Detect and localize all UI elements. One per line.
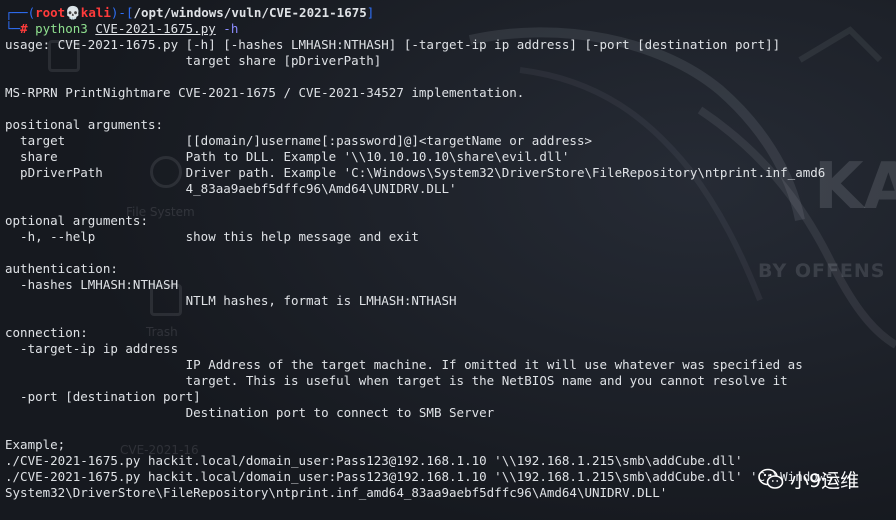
- skull-icon: 💀: [65, 5, 81, 20]
- output-line: Destination port to connect to SMB Serve…: [5, 405, 495, 420]
- prompt-cwd: /opt/windows/vuln/CVE-2021-1675: [133, 5, 367, 20]
- watermark: 小9运维: [758, 466, 859, 492]
- output-line: optional arguments:: [5, 213, 148, 228]
- output-line: share Path to DLL. Example '\\10.10.10.1…: [5, 149, 570, 164]
- output-line: target [[domain/]username[:password]@]<t…: [5, 133, 592, 148]
- wechat-icon: [758, 468, 784, 489]
- prompt-corner-top: ┌──(: [5, 5, 36, 20]
- output-line: authentication:: [5, 261, 118, 276]
- output-line: pDriverPath Driver path. Example 'C:\Win…: [5, 165, 826, 180]
- output-line: usage: CVE-2021-1675.py [-h] [-hashes LM…: [5, 37, 781, 52]
- watermark-text: 小9运维: [790, 469, 860, 492]
- output-line: Example;: [5, 437, 66, 452]
- output-line: -port [destination port]: [5, 389, 201, 404]
- prompt-host: kali: [80, 5, 111, 20]
- prompt-user: root: [35, 5, 66, 20]
- command-script: CVE-2021-1675.py: [95, 21, 216, 36]
- output-line: target. This is useful when target is th…: [5, 373, 788, 388]
- prompt-bracket: )-[: [110, 5, 134, 20]
- command-name: python3: [35, 21, 88, 36]
- output-line: target share [pDriverPath]: [5, 53, 382, 68]
- output-line: 4_83aa9aebf5dffc96\Amd64\UNIDRV.DLL': [5, 181, 457, 196]
- prompt-symbol: #: [20, 21, 28, 36]
- output-line: MS-RPRN PrintNightmare CVE-2021-1675 / C…: [5, 85, 525, 100]
- output-line: -h, --help show this help message and ex…: [5, 229, 419, 244]
- prompt-line-2: └─# python3 CVE-2021-1675.py -h: [5, 21, 895, 37]
- help-output: usage: CVE-2021-1675.py [-h] [-hashes LM…: [5, 37, 895, 501]
- output-line: IP Address of the target machine. If omi…: [5, 357, 803, 372]
- prompt-line-1: ┌──(root💀kali)-[/opt/windows/vuln/CVE-20…: [5, 5, 895, 21]
- output-line: -hashes LMHASH:NTHASH: [5, 277, 179, 292]
- command-flag: -h: [223, 21, 239, 36]
- terminal-output[interactable]: ┌──(root💀kali)-[/opt/windows/vuln/CVE-20…: [5, 5, 895, 501]
- output-line: -target-ip ip address: [5, 341, 179, 356]
- prompt-corner-bottom: └─: [5, 21, 21, 36]
- prompt-bracket-close: ]: [366, 5, 375, 20]
- output-line: positional arguments:: [5, 117, 164, 132]
- output-line: connection:: [5, 325, 88, 340]
- output-line: NTLM hashes, format is LMHASH:NTHASH: [5, 293, 457, 308]
